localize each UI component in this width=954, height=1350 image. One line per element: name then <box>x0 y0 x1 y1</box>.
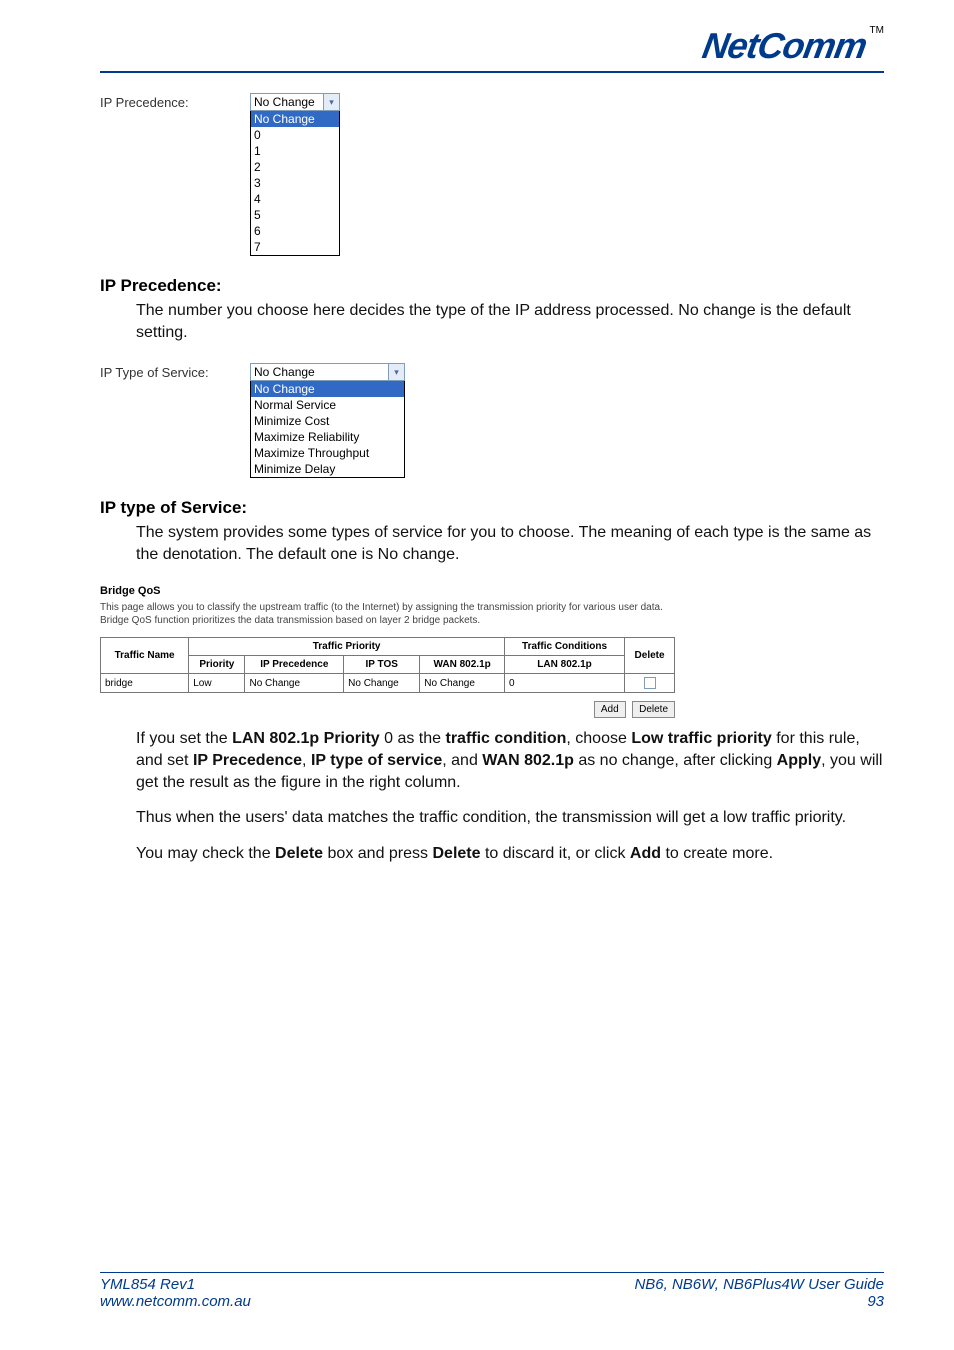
cell-delete <box>625 674 675 693</box>
chevron-down-icon[interactable]: ▾ <box>323 94 339 110</box>
dropdown-option[interactable]: 2 <box>251 159 339 175</box>
dropdown-header[interactable]: No Change ▾ <box>250 93 340 111</box>
dropdown-option[interactable]: 1 <box>251 143 339 159</box>
dropdown-option[interactable]: 7 <box>251 239 339 255</box>
dropdown-option[interactable]: Minimize Delay <box>251 461 404 477</box>
col-lan: LAN 802.1p <box>504 656 624 674</box>
dropdown-option[interactable]: 5 <box>251 207 339 223</box>
header-bar: NetCommTM <box>100 25 884 73</box>
logo-text: NetComm <box>699 25 869 66</box>
col-wan: WAN 802.1p <box>420 656 505 674</box>
explain-p3: You may check the Delete box and press D… <box>136 843 884 865</box>
col-priority: Priority <box>189 656 245 674</box>
cell-lan: 0 <box>504 674 624 693</box>
dropdown-option[interactable]: Maximize Reliability <box>251 429 404 445</box>
ip-tos-dropdown[interactable]: No Change ▾ No Change Normal Service Min… <box>250 363 405 478</box>
dropdown-list: No Change 0 1 2 3 4 5 6 7 <box>250 111 340 256</box>
cell-priority: Low <box>189 674 245 693</box>
bridge-qos-title: Bridge QoS <box>100 585 675 597</box>
cell-wan: No Change <box>420 674 505 693</box>
footer-models: NB6, NB6W, NB6Plus4W User Guide <box>634 1276 884 1293</box>
bridge-qos-table: Traffic Name Traffic Priority Traffic Co… <box>100 637 675 693</box>
dropdown-option[interactable]: No Change <box>251 111 339 127</box>
dropdown-option[interactable]: 3 <box>251 175 339 191</box>
dropdown-option[interactable]: 0 <box>251 127 339 143</box>
footer-left: YML854 Rev1 www.netcomm.com.au <box>100 1276 251 1310</box>
ip-precedence-label: IP Precedence: <box>100 93 250 110</box>
col-group-priority: Traffic Priority <box>189 638 505 656</box>
delete-button[interactable]: Delete <box>632 701 675 718</box>
col-delete: Delete <box>625 638 675 674</box>
explain-p1: If you set the LAN 802.1p Priority 0 as … <box>136 728 884 793</box>
ip-tos-heading: IP type of Service: <box>100 498 884 518</box>
ip-precedence-dropdown[interactable]: No Change ▾ No Change 0 1 2 3 4 5 6 7 <box>250 93 340 256</box>
dropdown-value: No Change <box>251 364 388 380</box>
trademark: TM <box>870 25 884 36</box>
dropdown-option[interactable]: Minimize Cost <box>251 413 404 429</box>
footer-url: www.netcomm.com.au <box>100 1293 251 1310</box>
dropdown-option[interactable]: 6 <box>251 223 339 239</box>
delete-checkbox[interactable] <box>644 677 656 689</box>
bridge-qos-description: This page allows you to classify the ups… <box>100 601 675 627</box>
col-ip-precedence: IP Precedence <box>245 656 344 674</box>
ip-precedence-heading: IP Precedence: <box>100 276 884 296</box>
add-button[interactable]: Add <box>594 701 626 718</box>
explain-p2: Thus when the users' data matches the tr… <box>136 807 884 829</box>
cell-ip-prec: No Change <box>245 674 344 693</box>
dropdown-header[interactable]: No Change ▾ <box>250 363 405 381</box>
dropdown-option[interactable]: 4 <box>251 191 339 207</box>
chevron-down-icon[interactable]: ▾ <box>388 364 404 380</box>
bridge-qos-buttons: Add Delete <box>100 699 675 718</box>
col-ip-tos: IP TOS <box>344 656 420 674</box>
page-footer: YML854 Rev1 www.netcomm.com.au NB6, NB6W… <box>100 1272 884 1310</box>
table-header-group: Traffic Name Traffic Priority Traffic Co… <box>101 638 675 656</box>
brand-logo: NetComm <box>699 25 869 67</box>
dropdown-option[interactable]: Maximize Throughput <box>251 445 404 461</box>
ip-precedence-field: IP Precedence: No Change ▾ No Change 0 1… <box>100 93 884 256</box>
ip-tos-field: IP Type of Service: No Change ▾ No Chang… <box>100 363 884 478</box>
table-row: bridge Low No Change No Change No Change… <box>101 674 675 693</box>
col-group-conditions: Traffic Conditions <box>504 638 624 656</box>
dropdown-value: No Change <box>251 94 323 110</box>
bridge-qos-panel: Bridge QoS This page allows you to class… <box>100 585 675 718</box>
cell-name: bridge <box>101 674 189 693</box>
dropdown-option[interactable]: No Change <box>251 381 404 397</box>
col-traffic-name: Traffic Name <box>101 638 189 674</box>
ip-precedence-body: The number you choose here decides the t… <box>136 300 884 343</box>
footer-rev: YML854 Rev1 <box>100 1276 251 1293</box>
footer-page-number: 93 <box>634 1293 884 1310</box>
dropdown-list: No Change Normal Service Minimize Cost M… <box>250 381 405 478</box>
cell-ip-tos: No Change <box>344 674 420 693</box>
footer-right: NB6, NB6W, NB6Plus4W User Guide 93 <box>634 1276 884 1310</box>
ip-tos-body: The system provides some types of servic… <box>136 522 884 565</box>
dropdown-option[interactable]: Normal Service <box>251 397 404 413</box>
ip-tos-label: IP Type of Service: <box>100 363 250 380</box>
